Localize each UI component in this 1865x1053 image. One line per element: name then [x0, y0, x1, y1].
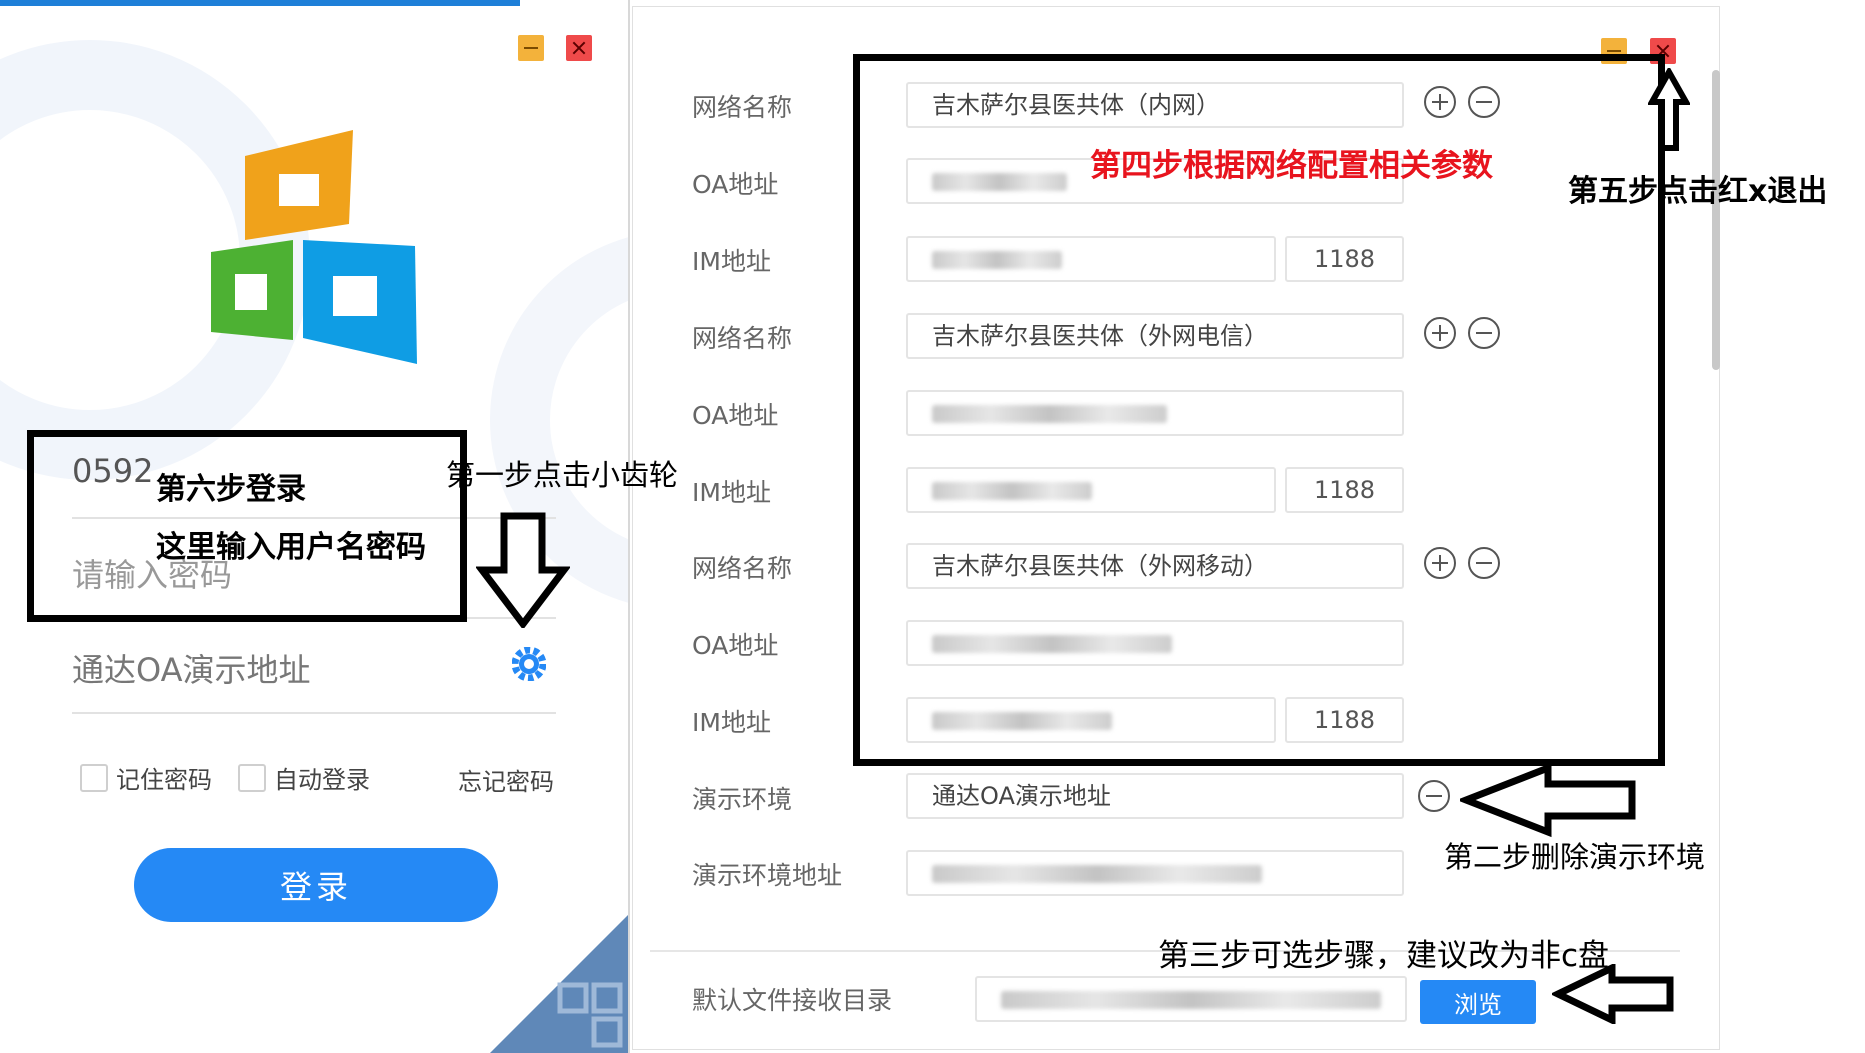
auto-login-checkbox[interactable]: 自动登录 [238, 760, 370, 795]
oa-logo-icon [211, 130, 417, 364]
oa-address-label: OA地址 [692, 401, 779, 430]
annotation-step3: 第三步可选步骤，建议改为非c盘 [1158, 938, 1610, 974]
qr-corner-decoration [490, 915, 628, 1053]
remember-password-checkbox[interactable]: 记住密码 [80, 760, 212, 795]
gear-icon[interactable] [512, 647, 546, 681]
demo-env-address-input[interactable] [906, 850, 1404, 896]
download-dir-label: 默认文件接收目录 [692, 986, 893, 1015]
annotation-step5: 第五步点击红x退出 [1568, 174, 1828, 209]
close-button[interactable] [566, 35, 592, 61]
oa-address-label: OA地址 [692, 170, 779, 199]
network-name-label: 网络名称 [692, 93, 793, 122]
minimize-button[interactable] [518, 35, 544, 61]
login-button[interactable]: 登录 [134, 848, 498, 922]
annotation-step1: 第一步点击小齿轮 [446, 458, 679, 492]
server-divider [72, 712, 556, 714]
blurred-address [932, 865, 1262, 883]
demo-env-label: 演示环境 [692, 785, 793, 814]
down-arrow-icon [476, 512, 570, 628]
left-arrow-icon [1552, 964, 1674, 1024]
im-address-label: IM地址 [692, 478, 771, 507]
left-arrow-icon [1460, 762, 1636, 838]
download-dir-input[interactable] [975, 976, 1407, 1022]
remember-password-label: 记住密码 [116, 766, 212, 794]
annotation-step6-line2: 这里输入用户名密码 [156, 530, 426, 565]
oa-address-label: OA地址 [692, 631, 779, 660]
checkbox-box[interactable] [80, 763, 108, 792]
demo-env-input[interactable]: 通达OA演示地址 [906, 773, 1404, 819]
auto-login-label: 自动登录 [274, 766, 370, 794]
remove-demo-env-button[interactable] [1418, 780, 1450, 812]
scrollbar[interactable] [1712, 70, 1720, 370]
annotation-step2: 第二步删除演示环境 [1444, 840, 1706, 874]
login-title-strip [0, 0, 520, 6]
annotation-step6-line1: 第六步登录 [156, 472, 306, 507]
forgot-password-link[interactable]: 忘记密码 [458, 762, 554, 797]
network-name-label: 网络名称 [692, 554, 793, 583]
blurred-path [1001, 991, 1381, 1009]
im-address-label: IM地址 [692, 247, 771, 276]
up-arrow-icon [1648, 68, 1690, 151]
checkbox-box[interactable] [238, 763, 266, 792]
network-name-label: 网络名称 [692, 324, 793, 353]
im-address-label: IM地址 [692, 708, 771, 737]
demo-env-address-label: 演示环境地址 [692, 861, 843, 890]
annotation-step4: 第四步根据网络配置相关参数 [1090, 148, 1493, 184]
server-select[interactable]: 通达OA演示地址 [72, 645, 311, 691]
browse-button[interactable]: 浏览 [1420, 980, 1536, 1024]
